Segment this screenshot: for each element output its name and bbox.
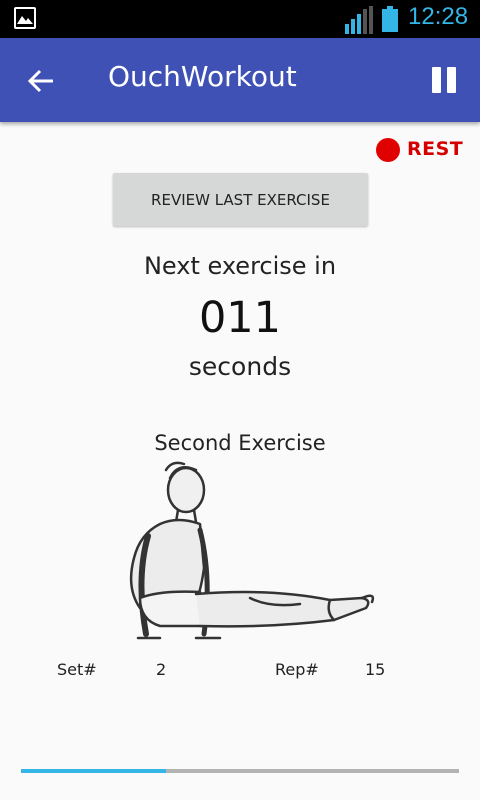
status-bar: 12:28 (0, 0, 480, 38)
l-sit-exercise-illustration (129, 461, 375, 640)
rep-label: Rep# (275, 660, 319, 679)
workout-progress-bar (21, 769, 459, 773)
image-notification-icon (14, 7, 36, 29)
app-bar: OuchWorkout (0, 38, 480, 122)
countdown-value: 011 (198, 293, 282, 343)
signal-icon (345, 6, 373, 34)
pause-icon[interactable] (430, 67, 458, 95)
exercise-name: Second Exercise (154, 431, 326, 455)
clock: 12:28 (408, 3, 469, 30)
next-exercise-label: Next exercise in (143, 252, 337, 280)
rest-label: REST (407, 138, 464, 160)
set-label: Set# (57, 660, 97, 679)
battery-icon (382, 6, 398, 32)
review-last-exercise-button[interactable]: REVIEW LAST EXERCISE (113, 173, 368, 226)
arrow-back-icon[interactable] (26, 66, 56, 96)
rep-value: 15 (365, 660, 386, 679)
app-title: OuchWorkout (108, 60, 297, 93)
set-value: 2 (156, 660, 167, 679)
seconds-label: seconds (188, 352, 292, 381)
progress-fill (21, 769, 166, 773)
rest-indicator-dot (376, 138, 400, 162)
